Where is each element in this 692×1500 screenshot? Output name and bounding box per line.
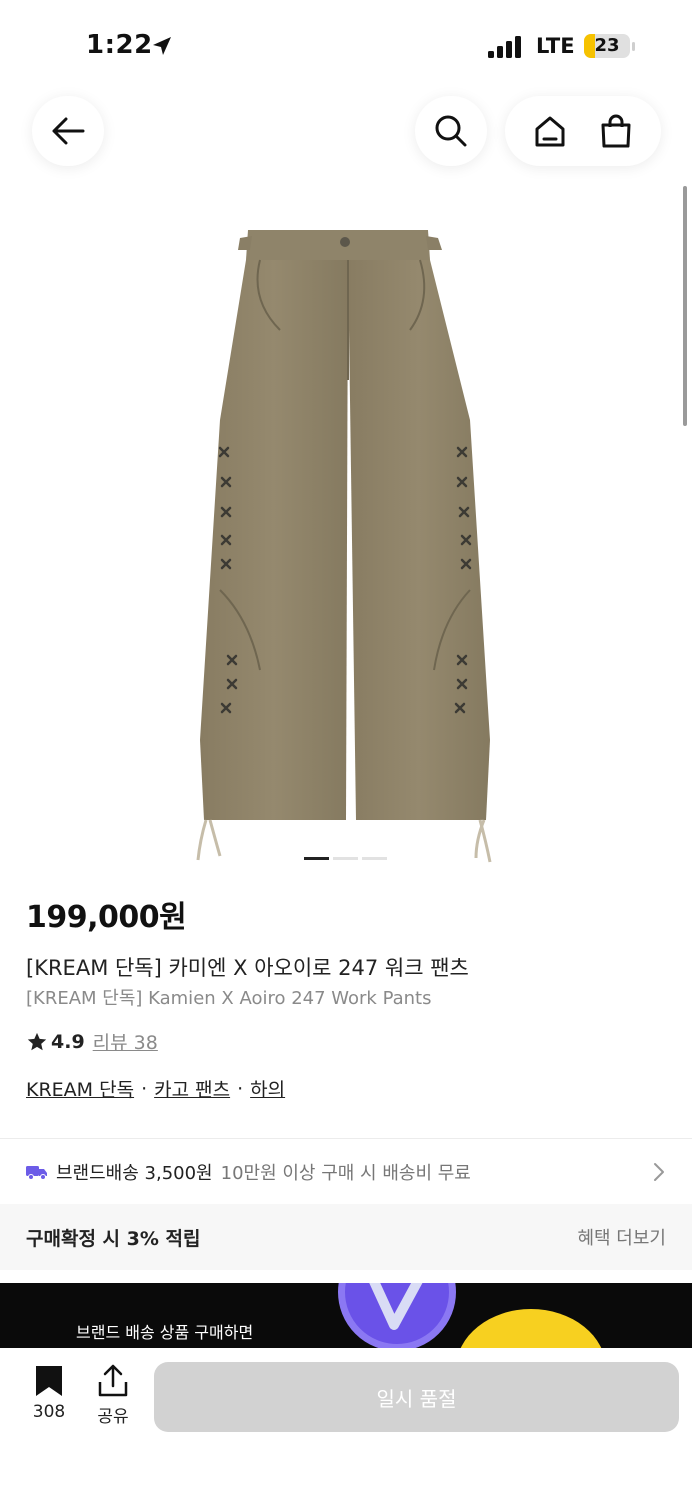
shipping-label: 브랜드배송 3,500원 [56,1163,213,1184]
bottom-action-bar: 308 공유 일시 품절 [0,1348,692,1500]
share-label: 공유 [97,1407,129,1427]
home-button[interactable] [520,101,580,161]
status-bar: 1:22 LTE 23 [0,0,692,90]
sold-out-button[interactable]: 일시 품절 [154,1362,679,1432]
arrow-left-icon [52,117,85,145]
tag-separator: · [237,1077,244,1100]
section-divider [0,1138,692,1139]
tag-separator: · [141,1077,148,1100]
product-title-en: [KREAM 단독] Kamien X Aoiro 247 Work Pants [26,988,432,1009]
review-link[interactable]: 리뷰 38 [93,1028,158,1055]
coin-graphic [456,1309,606,1348]
check-v-icon [369,1283,423,1330]
product-price: 199,000원 [26,900,187,935]
product-title-ko: [KREAM 단독] 카미엔 X 아오이로 247 워크 팬츠 [26,956,469,980]
battery-indicator: 23 [584,32,636,60]
benefit-text: 구매확정 시 3% 적립 [26,1227,201,1250]
signal-bars-icon [488,36,521,58]
promo-banner[interactable]: 브랜드 배송 상품 구매하면 [0,1283,692,1348]
nav-actions-pill [505,96,661,166]
cart-button[interactable] [586,101,646,161]
tag-kream-exclusive[interactable]: KREAM 단독 [26,1075,134,1102]
back-button[interactable] [32,96,104,166]
carousel-dots [304,857,387,860]
shipping-note: 10만원 이상 구매 시 배송비 무료 [220,1163,471,1184]
status-time: 1:22 [86,30,153,60]
battery-level: 23 [594,35,620,56]
carousel-dot[interactable] [362,857,387,860]
shipping-row[interactable]: 브랜드배송 3,500원 10만원 이상 구매 시 배송비 무료 [0,1140,692,1204]
bookmark-button[interactable]: 308 [22,1364,76,1422]
chevron-right-icon [654,1163,664,1181]
tag-cargo-pants[interactable]: 카고 팬츠 [154,1075,230,1102]
scroll-indicator [683,186,687,426]
search-button[interactable] [415,96,487,166]
category-tags: KREAM 단독 · 카고 팬츠 · 하의 [26,1075,285,1102]
network-type: LTE [536,34,575,58]
rating-row: 4.9 리뷰 38 [26,1028,158,1055]
carousel-dot[interactable] [304,857,329,860]
benefit-more-link[interactable]: 혜택 더보기 [577,1224,666,1250]
banner-text: 브랜드 배송 상품 구매하면 [76,1323,254,1342]
carousel-dot[interactable] [333,857,358,860]
location-arrow-icon [153,37,171,55]
truck-icon [26,1166,47,1180]
shopping-bag-icon [601,114,631,148]
bookmark-icon [36,1366,62,1396]
benefit-row: 구매확정 시 3% 적립 혜택 더보기 [0,1204,692,1270]
share-icon [98,1364,128,1397]
bookmark-count: 308 [32,1402,66,1422]
share-button[interactable]: 공유 [88,1364,138,1427]
tag-bottoms[interactable]: 하의 [250,1075,285,1102]
search-icon [435,115,467,147]
product-image[interactable] [180,220,510,870]
star-icon [27,1032,47,1050]
rating-score: 4.9 [51,1030,85,1053]
home-icon [535,116,565,147]
